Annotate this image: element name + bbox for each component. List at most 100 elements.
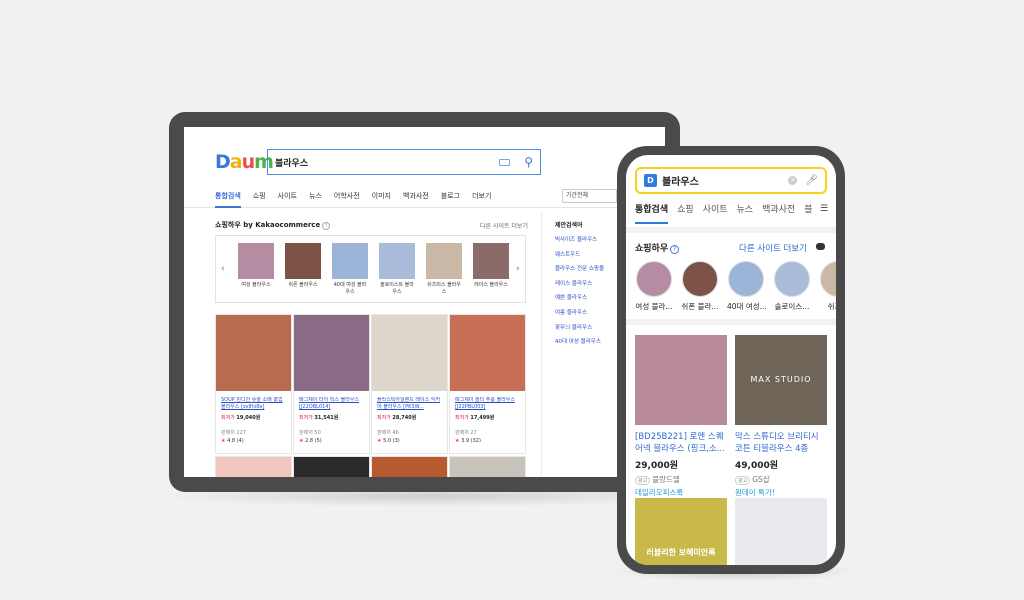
product-rating: ★ 2.8 (5) bbox=[299, 438, 322, 444]
category-item[interactable]: 40대 여성 블라우스 bbox=[332, 243, 368, 296]
product-price: 최저가 31,541원 bbox=[299, 415, 339, 421]
product-title[interactable]: SOUP 린디안 슈슬 소매 홈업 블라우스 [sv8hi8e] bbox=[221, 397, 286, 411]
product-image[interactable] bbox=[215, 456, 292, 477]
search-icon[interactable]: ⚲ bbox=[524, 155, 533, 169]
category-image bbox=[426, 243, 462, 279]
search-input[interactable]: 블라우스 bbox=[275, 156, 499, 169]
category-item[interactable]: 레이스 블라우스 bbox=[473, 243, 509, 289]
category-circle[interactable]: 쉬즈미 bbox=[819, 261, 836, 312]
tab-site[interactable]: 사이트 bbox=[703, 202, 728, 224]
product-image[interactable]: MAX STUDIO bbox=[735, 335, 827, 425]
category-circle[interactable]: 솔로이스... bbox=[773, 261, 811, 312]
daum-logo[interactable]: Daum bbox=[215, 151, 274, 173]
product-price: 29,000원 bbox=[635, 461, 679, 471]
star-icon: ★ bbox=[299, 438, 304, 444]
phone-device: D 블라우스 ✕ 🎤︎ 통합검색 쇼핑 사이트 뉴스 백과사전 블 ☰ 쇼핑하우… bbox=[617, 146, 845, 574]
keyboard-icon[interactable] bbox=[499, 158, 511, 166]
product-title[interactable]: [BD25B221] 로엔 스퀘어넥 블라우스 (핑크,소... bbox=[635, 431, 727, 455]
search-box[interactable]: 블라우스 ⚲ bbox=[267, 149, 541, 175]
tab-shopping[interactable]: 쇼핑 bbox=[253, 184, 266, 208]
category-image bbox=[820, 261, 836, 297]
mobile-search-box[interactable]: D 블라우스 ✕ 🎤︎ bbox=[635, 167, 827, 194]
product-title[interactable]: 플라스틱아일랜드 레이스 익커마 블라우스 [PK3W... bbox=[377, 397, 442, 411]
category-image bbox=[682, 261, 718, 297]
product-image[interactable]: 러블리한 보헤미안룩 bbox=[635, 498, 727, 565]
shopping-section-title: 쇼핑하우 by Kakaocommerce! bbox=[215, 220, 331, 230]
product-mall[interactable]: 데일리오피스룩 bbox=[635, 487, 727, 498]
product-rating: ★ 5.0 (3) bbox=[377, 438, 400, 444]
mobile-tabs: 통합검색 쇼핑 사이트 뉴스 백과사전 블 bbox=[635, 202, 835, 224]
tab-news[interactable]: 뉴스 bbox=[309, 184, 322, 208]
product-title[interactable]: 막스 스튜디오 브리티시 코튼 티블라우스 4종 bbox=[735, 431, 827, 455]
product-price: 최저가 17,499원 bbox=[455, 415, 495, 421]
divider bbox=[626, 227, 836, 233]
category-item[interactable]: 솔로이스트 블라우스 bbox=[379, 243, 415, 296]
period-select[interactable]: 기간전체 bbox=[562, 188, 617, 203]
product-rating: ★ 4.8 (4) bbox=[221, 438, 244, 444]
product-image[interactable] bbox=[635, 335, 727, 425]
tab-all[interactable]: 통합검색 bbox=[635, 202, 669, 224]
clear-icon[interactable]: ✕ bbox=[788, 176, 798, 185]
product-image[interactable] bbox=[371, 456, 448, 477]
tab-image[interactable]: 이미지 bbox=[372, 184, 391, 208]
image-overlay-text: 러블리한 보헤미안룩 bbox=[646, 548, 716, 557]
brand-overlay: MAX STUDIO bbox=[750, 375, 812, 384]
product-grid: SOUP 린디안 슈슬 소매 홈업 블라우스 [sv8hi8e] 최저가 19,… bbox=[215, 314, 526, 477]
product-card[interactable]: 플라스틱아일랜드 레이스 익커마 블라우스 [PK3W... 최저가 28,74… bbox=[371, 314, 448, 454]
product-rating: ★ 3.9 (32) bbox=[455, 438, 481, 444]
chevron-left-icon[interactable]: ‹ bbox=[221, 264, 225, 274]
product-title[interactable]: 메그제이 슬더 주름 블라우스 [J22PBL003] bbox=[455, 397, 520, 411]
product-seller: 광고 블랑드엘 bbox=[635, 474, 727, 485]
star-icon: ★ bbox=[221, 438, 226, 444]
mobile-search-input[interactable]: 블라우스 bbox=[662, 173, 788, 188]
category-image bbox=[238, 243, 274, 279]
category-circle[interactable]: 40대 여성... bbox=[727, 261, 767, 312]
category-item[interactable]: 쉬폰 블라우스 bbox=[285, 243, 321, 289]
tab-encyclopedia[interactable]: 백과사전 bbox=[403, 184, 429, 208]
product-card[interactable]: SOUP 린디안 슈슬 소매 홈업 블라우스 [sv8hi8e] 최저가 19,… bbox=[215, 314, 292, 454]
product-image[interactable] bbox=[450, 315, 525, 391]
category-image bbox=[332, 243, 368, 279]
other-sites-link[interactable]: 다른 사이트 더보기 bbox=[480, 221, 528, 230]
product-card[interactable]: 매그제이 타이 빅스 블라우스 [J22OBL014] 최저가 31,541원 … bbox=[293, 314, 370, 454]
daum-logo-icon[interactable]: D bbox=[644, 174, 657, 187]
product-image[interactable] bbox=[449, 456, 526, 477]
chevron-right-icon[interactable]: › bbox=[516, 264, 520, 274]
product-price: 49,000원 bbox=[735, 461, 779, 471]
tab-dictionary[interactable]: 어학사전 bbox=[334, 184, 360, 208]
category-image bbox=[636, 261, 672, 297]
product-image[interactable] bbox=[372, 315, 447, 391]
tab-all[interactable]: 통합검색 bbox=[215, 184, 241, 208]
mobile-product-card[interactable]: MAX STUDIO 막스 스튜디오 브리티시 코튼 티블라우스 4종 49,0… bbox=[735, 335, 827, 498]
help-icon[interactable]: ? bbox=[670, 245, 680, 254]
category-item[interactable]: 쉬즈미스 블라우스 bbox=[426, 243, 462, 296]
product-seller: 판매처 227 bbox=[221, 430, 246, 436]
other-sites-link[interactable]: 다른 사이트 더보기 bbox=[739, 242, 807, 254]
filter-icon[interactable]: ☰ bbox=[820, 204, 828, 214]
product-image[interactable] bbox=[735, 498, 827, 565]
tab-blog[interactable]: 블로그 bbox=[441, 184, 460, 208]
category-image bbox=[379, 243, 415, 279]
category-circle[interactable]: 쉬폰 블라... bbox=[681, 261, 719, 312]
category-item[interactable]: 여성 블라우스 bbox=[238, 243, 274, 289]
tab-blog[interactable]: 블 bbox=[804, 202, 812, 224]
info-icon[interactable]: ! bbox=[322, 222, 331, 230]
ad-badge: 광고 bbox=[735, 476, 751, 485]
product-card[interactable]: 메그제이 슬더 주름 블라우스 [J22PBL003] 최저가 17,499원 … bbox=[449, 314, 526, 454]
tab-site[interactable]: 사이트 bbox=[278, 184, 297, 208]
tab-shopping[interactable]: 쇼핑 bbox=[677, 202, 694, 224]
product-image[interactable] bbox=[293, 456, 370, 477]
category-circle[interactable]: 여성 블라... bbox=[635, 261, 673, 312]
microphone-icon[interactable]: 🎤︎ bbox=[805, 175, 818, 186]
column-divider bbox=[541, 212, 542, 477]
category-image bbox=[728, 261, 764, 297]
tab-news[interactable]: 뉴스 bbox=[737, 202, 754, 224]
tab-encyclopedia[interactable]: 백과사전 bbox=[762, 202, 795, 224]
chat-icon[interactable] bbox=[816, 243, 825, 250]
product-image[interactable] bbox=[216, 315, 291, 391]
tab-more[interactable]: 더보기 bbox=[472, 184, 491, 208]
product-title[interactable]: 매그제이 타이 빅스 블라우스 [J22OBL014] bbox=[299, 397, 364, 411]
product-image[interactable] bbox=[294, 315, 369, 391]
product-mall[interactable]: 원데이 특가! bbox=[735, 487, 827, 498]
mobile-product-card[interactable]: [BD25B221] 로엔 스퀘어넥 블라우스 (핑크,소... 29,000원… bbox=[635, 335, 727, 498]
